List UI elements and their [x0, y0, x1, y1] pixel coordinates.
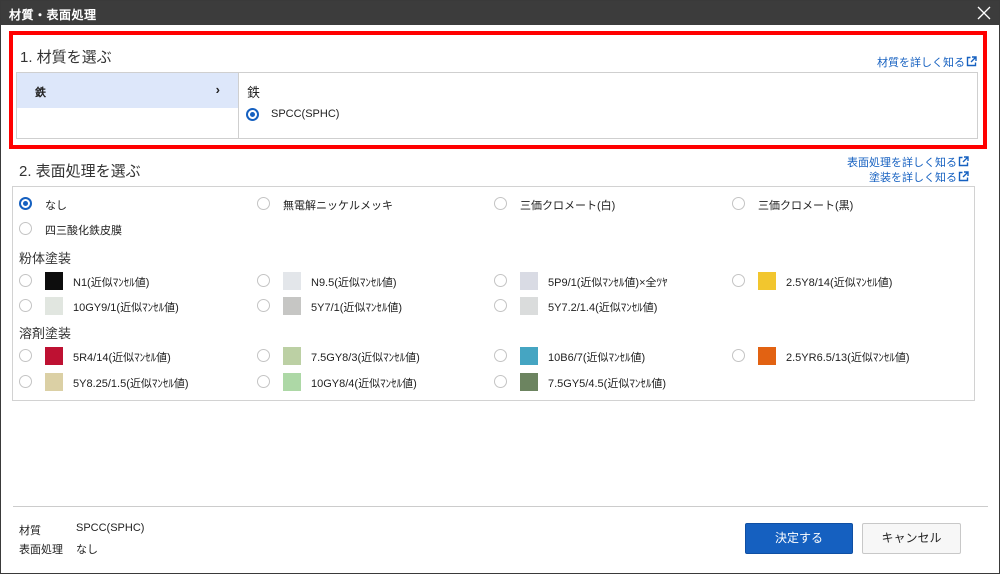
- radio-powder-n9-5[interactable]: [257, 274, 270, 287]
- title-bar: 材質・表面処理: [1, 1, 999, 25]
- material-selector: 鉄 › 鉄 SPCC(SPHC): [16, 72, 978, 139]
- powder-option-label: 10GY9/1(近似ﾏﾝｾﾙ値): [73, 302, 179, 314]
- color-swatch: [758, 272, 776, 290]
- radio-black-oxide[interactable]: [19, 222, 32, 235]
- color-swatch: [283, 347, 301, 365]
- color-swatch: [283, 272, 301, 290]
- material-category-iron[interactable]: 鉄 ›: [17, 73, 238, 108]
- surface-option-label: 三価クロメート(白): [520, 200, 616, 212]
- summary-surface-value: なし: [76, 544, 98, 556]
- radio-chromate-black[interactable]: [732, 197, 745, 210]
- radio-none[interactable]: [19, 197, 32, 210]
- material-section: 1. 材質を選ぶ 材質を詳しく知る 鉄 › 鉄 SPCC(SPHC): [9, 31, 987, 149]
- external-link-icon: [966, 56, 977, 67]
- solvent-option-label: 7.5GY5/4.5(近似ﾏﾝｾﾙ値): [548, 378, 666, 390]
- radio-powder-10gy9-1[interactable]: [19, 299, 32, 312]
- close-icon[interactable]: [975, 4, 993, 22]
- material-surface-dialog: 材質・表面処理 1. 材質を選ぶ 材質を詳しく知る 鉄 › 鉄 SPCC(SPH…: [0, 0, 1000, 574]
- color-swatch: [45, 272, 63, 290]
- summary-material-label: 材質: [19, 525, 41, 537]
- color-swatch: [758, 347, 776, 365]
- radio-solvent-10gy8-4[interactable]: [257, 375, 270, 388]
- color-swatch: [520, 297, 538, 315]
- powder-option-label: 5P9/1(近似ﾏﾝｾﾙ値)×全ﾂﾔ: [548, 277, 668, 289]
- summary-surface-label: 表面処理: [19, 544, 63, 556]
- color-swatch: [45, 347, 63, 365]
- radio-solvent-5r4-14[interactable]: [19, 349, 32, 362]
- material-grade-title: 鉄: [247, 85, 261, 100]
- material-category-list: 鉄 ›: [17, 73, 239, 138]
- external-link-icon: [958, 171, 969, 182]
- color-swatch: [520, 347, 538, 365]
- summary-material-value: SPCC(SPHC): [76, 522, 145, 534]
- radio-solvent-5y8-25[interactable]: [19, 375, 32, 388]
- solvent-coating-title: 溶剤塗装: [19, 326, 72, 341]
- radio-solvent-7-5gy5-4-5[interactable]: [494, 375, 507, 388]
- chevron-right-icon: ›: [215, 82, 220, 97]
- powder-option-label: N9.5(近似ﾏﾝｾﾙ値): [311, 277, 397, 289]
- radio-powder-5y7-1[interactable]: [257, 299, 270, 312]
- solvent-option-label: 5R4/14(近似ﾏﾝｾﾙ値): [73, 352, 171, 364]
- solvent-option-label: 10GY8/4(近似ﾏﾝｾﾙ値): [311, 378, 417, 390]
- powder-coating-title: 粉体塗装: [19, 251, 72, 266]
- radio-powder-5p9-1[interactable]: [494, 274, 507, 287]
- surface-option-label: なし: [45, 200, 67, 212]
- material-heading: 1. 材質を選ぶ: [20, 49, 112, 66]
- powder-option-label: 5Y7.2/1.4(近似ﾏﾝｾﾙ値): [548, 302, 658, 314]
- surface-heading: 2. 表面処理を選ぶ: [19, 163, 141, 180]
- color-swatch: [520, 272, 538, 290]
- color-swatch: [283, 297, 301, 315]
- solvent-option-label: 2.5YR6.5/13(近似ﾏﾝｾﾙ値): [786, 352, 910, 364]
- powder-option-label: 2.5Y8/14(近似ﾏﾝｾﾙ値): [786, 277, 893, 289]
- footer-divider: [13, 506, 988, 507]
- external-link-icon: [958, 156, 969, 167]
- surface-options-panel: [12, 186, 975, 401]
- solvent-option-label: 7.5GY8/3(近似ﾏﾝｾﾙ値): [311, 352, 420, 364]
- radio-solvent-10b6-7[interactable]: [494, 349, 507, 362]
- radio-powder-n1[interactable]: [19, 274, 32, 287]
- radio-powder-5y7-2[interactable]: [494, 299, 507, 312]
- radio-electroless-nickel[interactable]: [257, 197, 270, 210]
- color-swatch: [283, 373, 301, 391]
- powder-option-label: N1(近似ﾏﾝｾﾙ値): [73, 277, 150, 289]
- window-title: 材質・表面処理: [9, 8, 97, 22]
- solvent-option-label: 5Y8.25/1.5(近似ﾏﾝｾﾙ値): [73, 378, 189, 390]
- solvent-option-label: 10B6/7(近似ﾏﾝｾﾙ値): [548, 352, 646, 364]
- material-category-label: 鉄: [35, 87, 46, 99]
- radio-chromate-white[interactable]: [494, 197, 507, 210]
- surface-option-label: 無電解ニッケルメッキ: [283, 200, 393, 212]
- powder-option-label: 5Y7/1(近似ﾏﾝｾﾙ値): [311, 302, 403, 314]
- surface-detail-link[interactable]: 表面処理を詳しく知る: [847, 154, 969, 170]
- color-swatch: [520, 373, 538, 391]
- coating-detail-link[interactable]: 塗装を詳しく知る: [869, 169, 969, 185]
- color-swatch: [45, 373, 63, 391]
- cancel-button[interactable]: キャンセル: [862, 523, 961, 554]
- color-swatch: [45, 297, 63, 315]
- surface-option-label: 四三酸化鉄皮膜: [45, 225, 122, 237]
- confirm-button[interactable]: 決定する: [745, 523, 853, 554]
- material-detail-link[interactable]: 材質を詳しく知る: [877, 54, 977, 70]
- radio-powder-2-5y8-14[interactable]: [732, 274, 745, 287]
- surface-option-label: 三価クロメート(黒): [758, 200, 854, 212]
- radio-solvent-7-5gy8-3[interactable]: [257, 349, 270, 362]
- material-option-label: SPCC(SPHC): [271, 108, 340, 120]
- radio-spcc[interactable]: [246, 108, 259, 121]
- radio-solvent-2-5yr6-5-13[interactable]: [732, 349, 745, 362]
